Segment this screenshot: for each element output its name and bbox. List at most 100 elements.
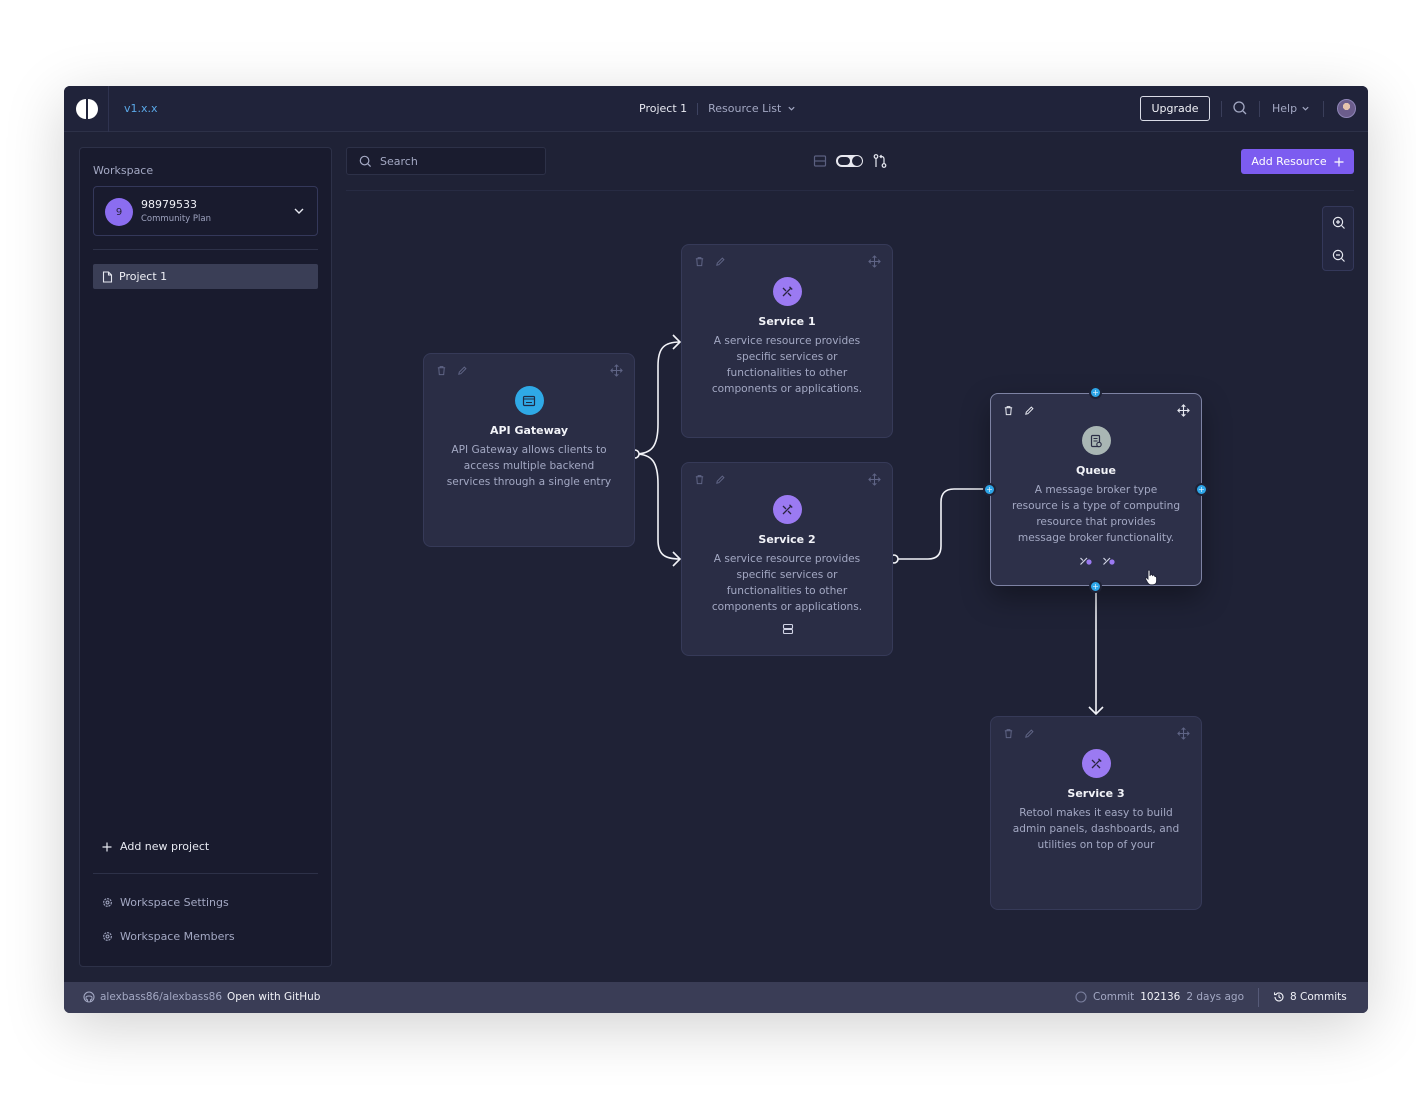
- node-description: A service resource provides specific ser…: [711, 335, 863, 395]
- breadcrumb-project[interactable]: Project 1: [639, 102, 687, 115]
- node-description: A message broker type resource is a type…: [1011, 484, 1181, 544]
- project-label: Project 1: [119, 270, 168, 283]
- tools-icon: [1081, 749, 1111, 778]
- move-icon[interactable]: [868, 255, 881, 268]
- search-input[interactable]: [380, 154, 530, 168]
- trash-icon[interactable]: [1003, 405, 1014, 416]
- node-api-gateway[interactable]: API Gateway API Gateway allows clients t…: [423, 353, 635, 547]
- add-project-button[interactable]: Add new project: [102, 840, 209, 853]
- commit-status-icon: [1075, 991, 1087, 1003]
- commits-history-button[interactable]: 8 Commits: [1273, 991, 1347, 1003]
- commit-time: 2 days ago: [1186, 991, 1245, 1003]
- trash-icon[interactable]: [694, 256, 705, 267]
- sidebar-divider: [93, 249, 318, 250]
- tools-icon: [772, 495, 802, 524]
- commits-count: 8 Commits: [1290, 991, 1347, 1003]
- open-github-link[interactable]: Open with GitHub: [227, 991, 320, 1003]
- search-icon: [359, 155, 372, 167]
- plus-icon: [102, 842, 112, 851]
- toggle-track: [838, 157, 850, 165]
- connector-handle-left[interactable]: +: [983, 483, 996, 496]
- move-icon[interactable]: [868, 473, 881, 486]
- sidebar: Workspace 9 98979533 Community Plan Proj…: [79, 147, 332, 967]
- zoom-controls: [1322, 206, 1354, 271]
- node-service-1[interactable]: Service 1 A service resource provides sp…: [681, 244, 893, 438]
- workspace-label: Workspace: [93, 164, 154, 177]
- toggle-knob: [852, 156, 862, 166]
- workspace-settings-link[interactable]: Workspace Settings: [102, 896, 229, 909]
- connector-handle-right[interactable]: +: [1195, 483, 1208, 496]
- breadcrumb-separator: [697, 102, 699, 115]
- edge-gateway-service2: [634, 453, 681, 560]
- connector-handle-bottom[interactable]: +: [1089, 580, 1102, 593]
- file-icon: [102, 270, 113, 283]
- trash-icon[interactable]: [436, 365, 447, 376]
- github-icon: [83, 991, 95, 1003]
- user-avatar[interactable]: [1337, 99, 1356, 118]
- gear-icon: [103, 898, 112, 907]
- topbar-divider: [1221, 101, 1222, 117]
- gear-icon: [103, 932, 112, 941]
- history-icon: [1274, 992, 1284, 1002]
- workspace-selector[interactable]: 9 98979533 Community Plan: [93, 186, 318, 236]
- node-title: Service 2: [758, 533, 816, 546]
- app-logo[interactable]: [76, 98, 98, 120]
- node-queue[interactable]: Queue A message broker type resource is …: [990, 393, 1202, 586]
- connector-handle-top[interactable]: +: [1089, 386, 1102, 399]
- move-icon[interactable]: [610, 364, 623, 377]
- workspace-plan: Community Plan: [141, 214, 211, 224]
- edge-gateway-service1: [634, 341, 681, 455]
- node-description: API Gateway allows clients to access mul…: [446, 444, 612, 488]
- canvas-divider: [346, 190, 1354, 191]
- help-dropdown[interactable]: Help: [1272, 102, 1310, 115]
- pencil-icon[interactable]: [715, 474, 726, 485]
- node-description: A service resource provides specific ser…: [711, 553, 863, 613]
- commit-label: Commit: [1093, 991, 1135, 1003]
- view-toggle[interactable]: [836, 155, 863, 167]
- resource-list-label: Resource List: [708, 102, 782, 115]
- node-title: Queue: [1076, 464, 1116, 477]
- layout-view-icon[interactable]: [813, 154, 827, 168]
- add-resource-button[interactable]: Add Resource: [1241, 149, 1354, 174]
- sidebar-item-project-1[interactable]: Project 1: [93, 264, 318, 289]
- move-icon[interactable]: [1177, 727, 1190, 740]
- node-service-2[interactable]: Service 2 A service resource provides sp…: [681, 462, 893, 656]
- upgrade-button[interactable]: Upgrade: [1140, 96, 1210, 121]
- database-icon: [782, 623, 794, 635]
- commit-info: Commit 102136 2 days ago: [1075, 991, 1244, 1003]
- git-compare-icon[interactable]: [872, 153, 888, 169]
- repo-name[interactable]: alexbass86/alexbass86: [100, 991, 222, 1003]
- resource-list-dropdown[interactable]: Resource List: [708, 102, 796, 115]
- move-icon[interactable]: [1177, 404, 1190, 417]
- logo-divider: [108, 86, 109, 132]
- topbar-divider: [1259, 101, 1260, 117]
- edge-service2-queue: [894, 488, 990, 560]
- top-bar: v1.x.x Project 1 Resource List Upgrade H…: [64, 86, 1368, 132]
- api-gateway-icon: [514, 386, 544, 415]
- queue-icon: [1081, 426, 1111, 455]
- pencil-icon[interactable]: [457, 365, 468, 376]
- status-divider: [1258, 988, 1259, 1007]
- trash-icon[interactable]: [694, 474, 705, 485]
- search-icon[interactable]: [1232, 100, 1248, 116]
- node-title: Service 1: [758, 315, 816, 328]
- pencil-icon[interactable]: [1024, 405, 1035, 416]
- chevron-down-icon: [294, 208, 304, 214]
- commit-hash[interactable]: 102136: [1140, 991, 1180, 1003]
- app-window: v1.x.x Project 1 Resource List Upgrade H…: [64, 86, 1368, 1013]
- plus-icon: [1334, 157, 1344, 166]
- pencil-icon[interactable]: [715, 256, 726, 267]
- topbar-divider: [1323, 101, 1324, 117]
- linked-service-icon: [1103, 557, 1115, 565]
- linked-service-icon: [1080, 557, 1092, 565]
- zoom-in-icon[interactable]: [1331, 215, 1347, 231]
- workspace-members-link[interactable]: Workspace Members: [102, 930, 235, 943]
- node-service-3[interactable]: Service 3 Retool makes it easy to build …: [990, 716, 1202, 910]
- chevron-down-icon: [788, 106, 795, 111]
- pencil-icon[interactable]: [1024, 728, 1035, 739]
- trash-icon[interactable]: [1003, 728, 1014, 739]
- sidebar-divider: [93, 873, 318, 874]
- search-box[interactable]: [346, 147, 546, 175]
- pointer-cursor-icon: [1145, 569, 1158, 586]
- zoom-out-icon[interactable]: [1331, 248, 1347, 264]
